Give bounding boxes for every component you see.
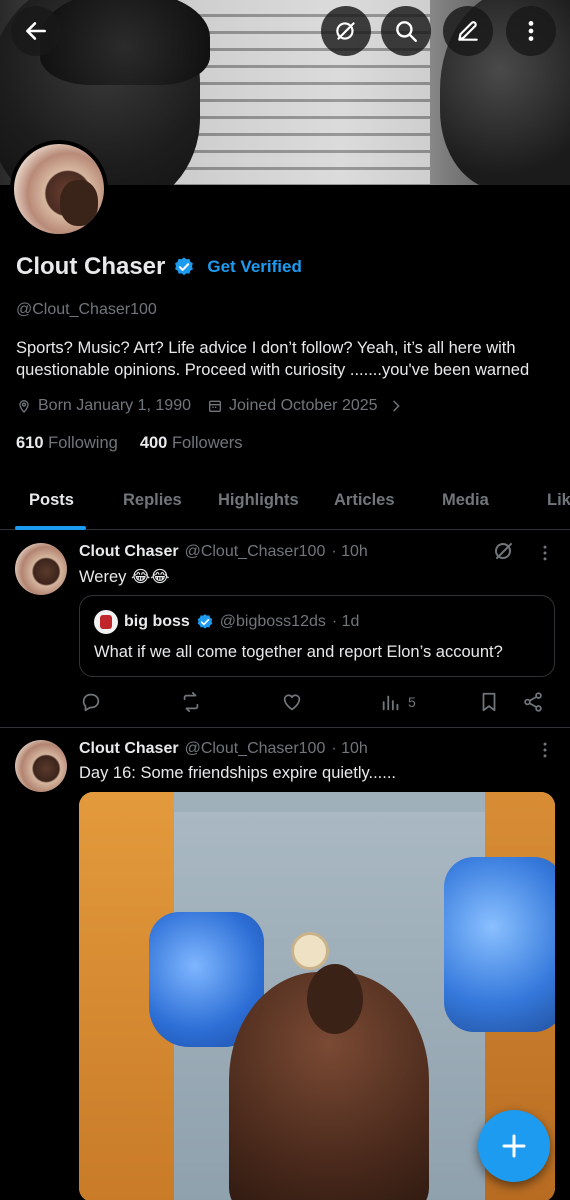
bookmark-button[interactable] [478,691,500,713]
post-more-icon[interactable] [535,740,555,760]
media-wall-clock [291,932,329,970]
more-options-button[interactable] [506,6,556,56]
post-author-name[interactable]: Clout Chaser [79,543,179,561]
quoted-post-avatar [94,610,118,634]
more-vertical-icon [528,21,534,41]
search-icon [396,21,417,42]
grok-icon[interactable] [492,539,516,563]
edit-icon [458,21,478,41]
profile-display-name: Clout Chaser [16,253,166,280]
media-water-jug-right [444,857,555,1032]
followers-count: 400 [139,434,168,452]
joined-date[interactable]: Joined October 2025 [207,397,410,415]
views-count: 5 [408,694,416,710]
location-icon [19,400,29,413]
share-button[interactable] [522,691,544,713]
following-count: 610 [16,434,44,452]
born-text: Born January 1, 1990 [38,397,191,414]
views-icon [382,695,399,711]
post-header: Clout Chaser @Clout_Chaser100 · 10h [79,543,368,561]
banner-cap [40,0,210,85]
post-item[interactable]: Clout Chaser @Clout_Chaser100 · 10h Were… [0,531,570,727]
tab-media[interactable]: Media [442,491,489,510]
repost-button[interactable] [180,691,202,713]
profile-bio: Sports? Music? Art? Life advice I don’t … [16,339,530,379]
post-author-handle: @Clout_Chaser100 [184,543,326,560]
tab-likes[interactable]: Lik [547,491,570,510]
quoted-post-header: big boss @bigboss12ds · 1d [94,610,359,634]
post-text: Werey 😂😂 [79,568,170,586]
post-header: Clout Chaser @Clout_Chaser100 · 10h [79,740,368,758]
calendar-icon [209,400,221,412]
post-author-handle: @Clout_Chaser100 [184,740,326,757]
quoted-post-time: · 1d [331,613,360,630]
like-icon [283,694,301,711]
quoted-author-handle: @bigboss12ds [219,613,326,630]
following-label: Following [48,434,118,452]
avatar-face [60,180,98,226]
grok-icon [336,22,355,40]
profile-avatar[interactable] [10,140,108,238]
back-arrow-icon [26,22,46,40]
repost-icon [183,691,199,713]
search-button[interactable] [381,6,431,56]
tab-replies[interactable]: Replies [123,491,182,510]
post-avatar[interactable] [15,543,67,595]
followers-stat[interactable]: 400 Followers [140,434,243,453]
joined-text: Joined October 2025 [229,397,378,414]
quoted-post-text: What if we all come together and report … [94,643,503,661]
share-icon [524,692,542,712]
reply-button[interactable] [80,691,102,713]
quoted-post[interactable]: big boss @bigboss12ds · 1d What if we al… [79,595,555,677]
verified-badge-icon [197,614,213,629]
plus-icon [502,1134,526,1158]
follow-stats: 610 Following 400 Followers [16,434,243,453]
bookmark-icon [482,692,496,712]
chevron-right-icon [392,400,400,412]
verified-badge-icon [175,257,194,276]
back-button[interactable] [11,6,61,56]
compose-post-button[interactable] [478,1110,550,1182]
profile-tabs: Posts Replies Highlights Articles Media … [0,475,570,530]
followers-label: Followers [171,434,243,452]
profile-handle: @Clout_Chaser100 [16,301,157,318]
born-date: Born January 1, 1990 [16,397,191,415]
post-time: · 10h [331,740,368,757]
edit-button[interactable] [443,6,493,56]
post-text: Day 16: Some friendships expire quietly.… [79,764,397,782]
post-more-icon[interactable] [535,543,555,563]
media-man-head [307,964,363,1034]
like-button[interactable] [281,691,303,713]
post-time: · 10h [331,543,368,560]
post-actions: 5 [0,691,570,721]
following-stat[interactable]: 610 Following [16,434,118,453]
tab-posts[interactable]: Posts [29,491,74,510]
reply-icon [82,693,100,712]
tab-highlights[interactable]: Highlights [218,491,299,510]
tab-articles[interactable]: Articles [334,491,395,510]
profile-meta: Born January 1, 1990 Joined October 2025 [16,397,426,415]
active-tab-indicator [15,526,86,530]
views-button[interactable]: 5 [380,691,416,713]
grok-button[interactable] [321,6,371,56]
post-author-name[interactable]: Clout Chaser [79,740,179,758]
quoted-author-name: big boss [124,613,190,630]
get-verified-link[interactable]: Get Verified [207,257,301,277]
post-avatar[interactable] [15,740,67,792]
profile-name-row: Clout Chaser Get Verified [16,253,302,281]
